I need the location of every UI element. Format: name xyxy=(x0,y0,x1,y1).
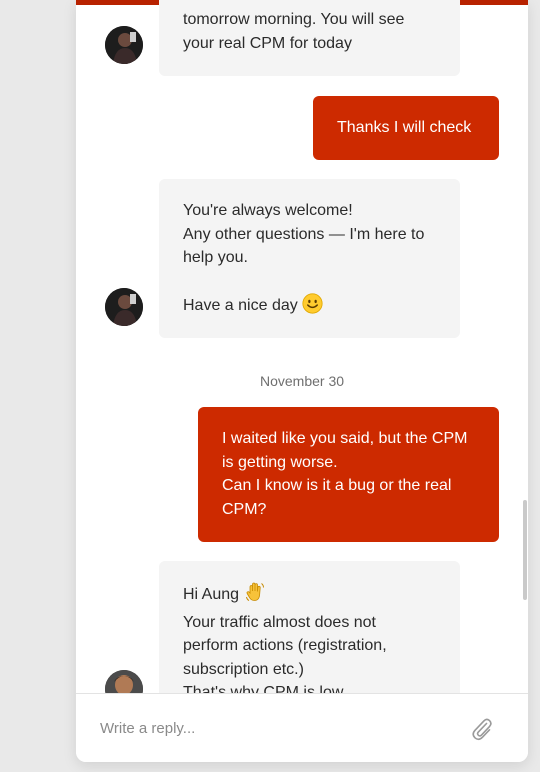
incoming-message: You're always welcome! Any other questio… xyxy=(159,179,460,338)
agent-avatar xyxy=(105,288,143,326)
outgoing-message: Thanks I will check xyxy=(313,96,499,160)
message-text: Have a nice day xyxy=(183,297,298,314)
agent-avatar xyxy=(105,670,143,693)
outgoing-message: I waited like you said, but the CPM is g… xyxy=(198,407,499,542)
reply-input[interactable] xyxy=(98,710,442,746)
reply-composer xyxy=(76,693,528,762)
message-thread[interactable]: tomorrow morning. You will see your real… xyxy=(76,0,528,693)
waving-hand-emoji xyxy=(244,581,266,611)
paperclip-icon[interactable] xyxy=(470,716,494,742)
message-text: Hi Aung xyxy=(183,586,240,603)
incoming-message: tomorrow morning. You will see your real… xyxy=(159,0,460,76)
date-separator: November 30 xyxy=(259,373,345,389)
smiling-face-emoji xyxy=(302,293,323,322)
thread-scrollbar[interactable] xyxy=(523,500,527,600)
incoming-message: Hi Aung Your traffic almost does not per… xyxy=(159,561,460,693)
agent-avatar xyxy=(105,26,143,64)
chat-panel: tomorrow morning. You will see your real… xyxy=(76,0,528,762)
